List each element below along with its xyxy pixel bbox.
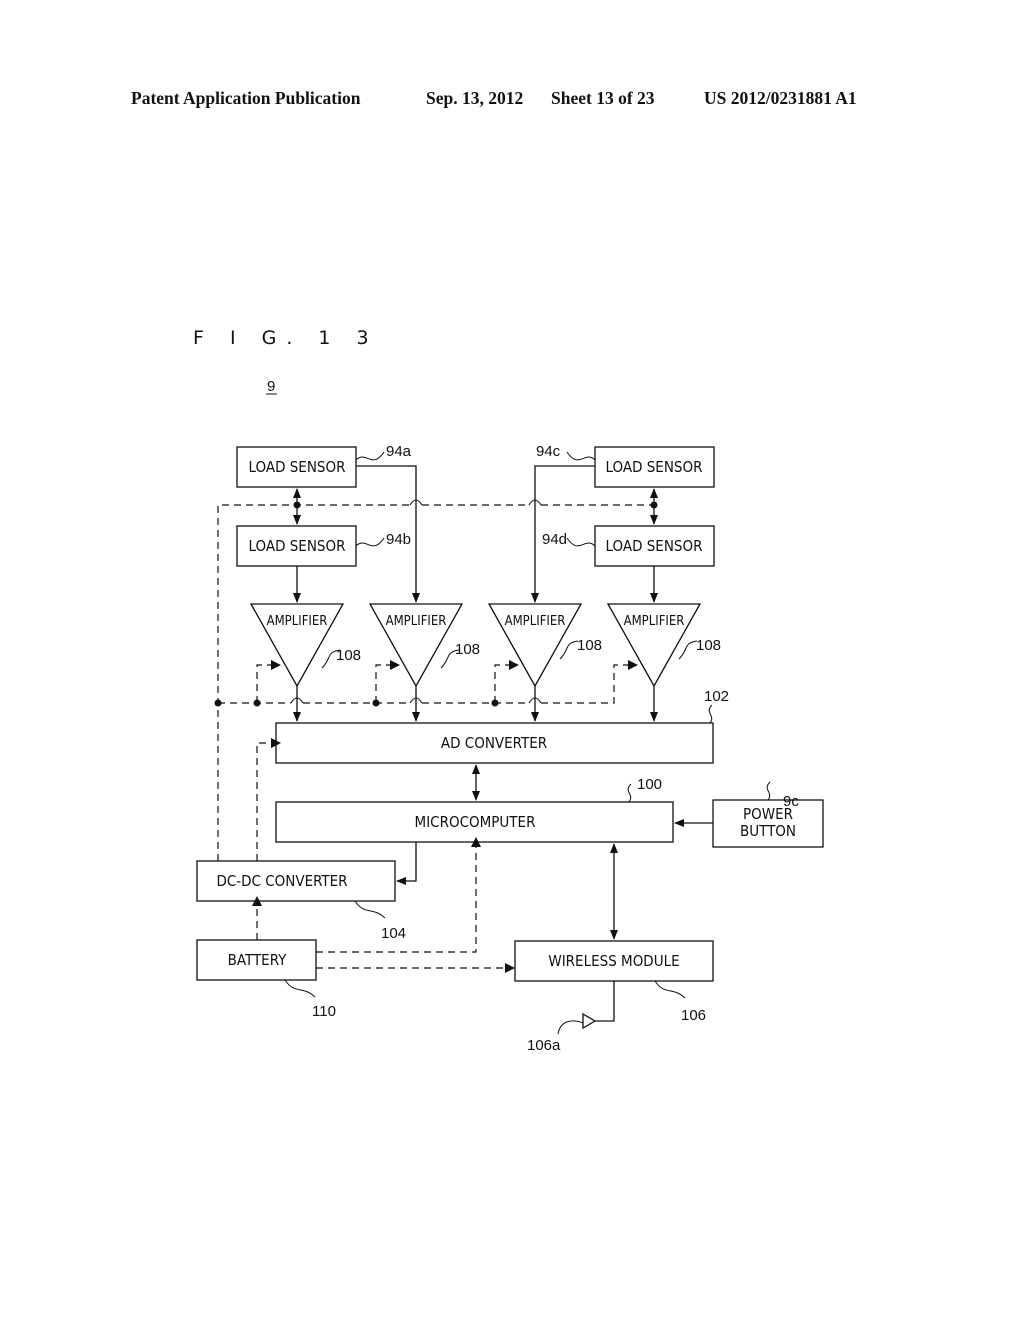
ref-108-3: 108 [577,637,602,654]
ref-94d: 94d [542,531,567,548]
amplifier-4-label: AMPLIFIER [624,614,685,629]
ref-108-4: 108 [696,637,721,654]
ref-104: 104 [381,925,406,942]
ref-106a: 106a [527,1037,561,1054]
junction-dot [293,501,301,509]
ad-converter-label: AD CONVERTER [441,734,547,752]
amplifier-3-label: AMPLIFIER [505,614,566,629]
power-button-label-2: BUTTON [740,822,796,840]
load-sensor-b-label: LOAD SENSOR [249,537,346,555]
ref-102: 102 [704,688,729,705]
junction-dot [650,501,658,509]
ref-106: 106 [681,1007,706,1024]
dcdc-converter-label: DC-DC CONVERTER [216,872,347,890]
block-diagram: F I G. 1 3 9 LOAD SENSOR LOAD SENSOR LOA… [193,327,824,1054]
ref-94c: 94c [536,443,561,460]
device-ref: 9 [267,378,275,395]
load-sensor-d-label: LOAD SENSOR [606,537,703,555]
ref-108-1: 108 [336,647,361,664]
junction-dot [214,699,222,707]
antenna-icon [582,1012,597,1030]
junction-dot [372,699,380,707]
ref-110: 110 [312,1003,336,1020]
microcomputer-label: MICROCOMPUTER [415,813,536,831]
ref-9c: 9c [783,793,799,810]
load-sensor-c-label: LOAD SENSOR [606,458,703,476]
ref-94b: 94b [386,531,411,548]
junction-dot [253,699,261,707]
amplifier-2-label: AMPLIFIER [386,614,447,629]
ref-94a: 94a [386,443,412,460]
load-sensor-a-label: LOAD SENSOR [249,458,346,476]
figure-title: F I G. 1 3 [193,327,379,349]
ref-100: 100 [637,776,662,793]
ref-108-2: 108 [455,641,480,658]
junction-dot [491,699,499,707]
amplifier-1-label: AMPLIFIER [267,614,328,629]
battery-label: BATTERY [228,951,287,969]
wireless-module-label: WIRELESS MODULE [548,952,679,970]
